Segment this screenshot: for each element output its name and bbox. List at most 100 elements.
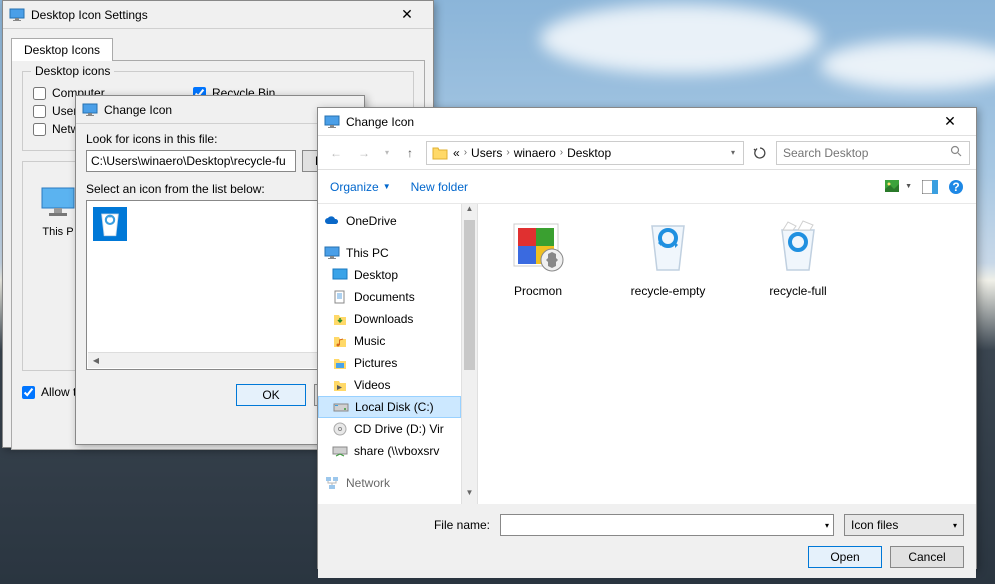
search-box[interactable] bbox=[776, 141, 970, 165]
checkbox-allow-themes[interactable] bbox=[22, 386, 35, 399]
forward-button[interactable]: → bbox=[352, 141, 376, 165]
icon-label: This P bbox=[42, 226, 73, 239]
toolbar: Organize▼ New folder ▼ ? bbox=[318, 170, 976, 204]
tree-item-thispc[interactable]: This PC bbox=[318, 242, 461, 264]
scroll-left-icon[interactable]: ◀ bbox=[88, 353, 104, 368]
pictures-icon bbox=[332, 355, 348, 371]
titlebar: Desktop Icon Settings ✕ bbox=[3, 1, 433, 29]
preview-pane-toggle[interactable] bbox=[922, 180, 938, 194]
file-item[interactable]: recycle-full bbox=[748, 214, 848, 298]
monitor-icon bbox=[38, 182, 78, 222]
filetype-combo[interactable]: Icon files▾ bbox=[844, 514, 964, 536]
filename-combo[interactable]: ▾ bbox=[500, 514, 834, 536]
organize-menu[interactable]: Organize▼ bbox=[330, 180, 391, 194]
icon-option[interactable] bbox=[93, 207, 127, 241]
checkbox-label: Allow t bbox=[41, 385, 76, 399]
file-panel[interactable]: Procmon recycle-empty recycle-full bbox=[478, 204, 976, 504]
scroll-up-icon[interactable]: ▲ bbox=[462, 204, 477, 220]
tree-item-cddrive[interactable]: CD Drive (D:) Vir bbox=[318, 418, 461, 440]
breadcrumb-item[interactable]: Users bbox=[471, 146, 502, 160]
recycle-bin-full-icon bbox=[766, 214, 830, 278]
search-input[interactable] bbox=[783, 146, 950, 160]
tree-item-downloads[interactable]: Downloads bbox=[318, 308, 461, 330]
refresh-button[interactable] bbox=[748, 141, 772, 165]
breadcrumb[interactable]: « › Users › winaero › Desktop ▾ bbox=[426, 141, 744, 165]
filename-label: File name: bbox=[330, 518, 490, 532]
icon-path-input[interactable] bbox=[86, 150, 296, 172]
program-icon bbox=[506, 214, 570, 278]
folder-tree[interactable]: OneDrive This PC Desktop Documents Downl… bbox=[318, 204, 462, 504]
videos-icon bbox=[332, 377, 348, 393]
breadcrumb-item[interactable]: Desktop bbox=[567, 146, 611, 160]
tree-item-desktop[interactable]: Desktop bbox=[318, 264, 461, 286]
file-item[interactable]: Procmon bbox=[488, 214, 588, 298]
monitor-icon bbox=[324, 114, 340, 130]
window-title: Change Icon bbox=[346, 115, 930, 129]
chevron-down-icon: ▾ bbox=[953, 521, 957, 530]
desktop-icon bbox=[332, 267, 348, 283]
chevron-right-icon: › bbox=[506, 147, 509, 158]
dialog-footer: File name: ▾ Icon files▾ Open Cancel bbox=[318, 504, 976, 578]
documents-icon bbox=[332, 289, 348, 305]
recycle-bin-empty-icon bbox=[636, 214, 700, 278]
file-browser-window: Change Icon ✕ ← → ▾ ↑ « › Users › winaer… bbox=[317, 107, 977, 569]
back-button[interactable]: ← bbox=[324, 141, 348, 165]
tree-item-videos[interactable]: Videos bbox=[318, 374, 461, 396]
scrollbar-vertical[interactable]: ▲ ▼ bbox=[462, 204, 478, 504]
icon-list[interactable]: ◀ ▶ bbox=[86, 200, 354, 370]
new-folder-button[interactable]: New folder bbox=[411, 180, 468, 194]
close-button[interactable]: ✕ bbox=[930, 110, 970, 134]
downloads-icon bbox=[332, 311, 348, 327]
breadcrumb-prefix: « bbox=[453, 146, 460, 160]
checkbox-users[interactable] bbox=[33, 105, 46, 118]
monitor-icon bbox=[9, 7, 25, 23]
file-label: recycle-empty bbox=[631, 284, 706, 298]
ok-button[interactable]: OK bbox=[236, 384, 306, 406]
cancel-button[interactable]: Cancel bbox=[890, 546, 964, 568]
close-button[interactable]: ✕ bbox=[387, 3, 427, 27]
chevron-down-icon: ▼ bbox=[383, 182, 391, 191]
chevron-down-icon[interactable]: ▾ bbox=[727, 148, 739, 157]
scroll-thumb[interactable] bbox=[464, 220, 475, 370]
groupbox-label: Desktop icons bbox=[31, 64, 114, 78]
tree-item-pictures[interactable]: Pictures bbox=[318, 352, 461, 374]
breadcrumb-item[interactable]: winaero bbox=[514, 146, 556, 160]
tab-desktop-icons[interactable]: Desktop Icons bbox=[11, 38, 113, 61]
tree-item-documents[interactable]: Documents bbox=[318, 286, 461, 308]
disk-icon bbox=[333, 399, 349, 415]
view-menu[interactable]: ▼ bbox=[885, 180, 912, 194]
monitor-icon bbox=[324, 245, 340, 261]
window-title: Desktop Icon Settings bbox=[31, 8, 387, 22]
folder-icon bbox=[431, 144, 449, 162]
titlebar: Change Icon ✕ bbox=[318, 108, 976, 136]
cloud-icon bbox=[324, 213, 340, 229]
chevron-right-icon: › bbox=[560, 147, 563, 158]
tree-item-music[interactable]: Music bbox=[318, 330, 461, 352]
tree-item-share[interactable]: share (\\vboxsrv bbox=[318, 440, 461, 462]
search-icon bbox=[950, 145, 963, 161]
open-button[interactable]: Open bbox=[808, 546, 882, 568]
recent-dropdown[interactable]: ▾ bbox=[380, 141, 394, 165]
scrollbar-horizontal[interactable]: ◀ ▶ bbox=[88, 352, 352, 368]
up-button[interactable]: ↑ bbox=[398, 141, 422, 165]
file-item[interactable]: recycle-empty bbox=[618, 214, 718, 298]
tree-item-localdisk[interactable]: Local Disk (C:) bbox=[318, 396, 461, 418]
scroll-down-icon[interactable]: ▼ bbox=[462, 488, 477, 504]
checkbox-label: User bbox=[52, 104, 77, 118]
music-icon bbox=[332, 333, 348, 349]
monitor-icon bbox=[82, 102, 98, 118]
svg-text:?: ? bbox=[952, 180, 959, 194]
chevron-down-icon: ▾ bbox=[825, 521, 829, 530]
network-icon bbox=[324, 475, 340, 491]
select-label: Select an icon from the list below: bbox=[86, 182, 354, 196]
checkbox-network[interactable] bbox=[33, 123, 46, 136]
network-drive-icon bbox=[332, 443, 348, 459]
checkbox-computer[interactable] bbox=[33, 87, 46, 100]
tree-item-network[interactable]: Network bbox=[318, 472, 461, 494]
cd-icon bbox=[332, 421, 348, 437]
file-label: Procmon bbox=[514, 284, 562, 298]
file-label: recycle-full bbox=[769, 284, 826, 298]
lookfor-label: Look for icons in this file: bbox=[86, 132, 354, 146]
help-button[interactable]: ? bbox=[948, 179, 964, 195]
tree-item-onedrive[interactable]: OneDrive bbox=[318, 210, 461, 232]
